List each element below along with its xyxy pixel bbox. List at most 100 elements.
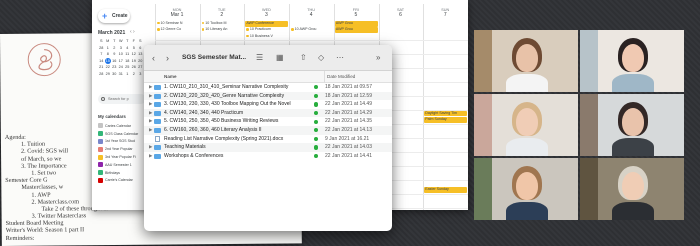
forward-icon[interactable]: › <box>166 52 169 64</box>
date-column-header[interactable]: Date Modified <box>324 71 355 83</box>
synced-check-icon <box>314 93 319 99</box>
file-name: 3. CW130, 230, 330, 430 Toolbox Mapping … <box>164 101 291 108</box>
calendar-list-item[interactable]: AAU Semester 1 <box>98 161 138 169</box>
participant-face <box>516 44 538 72</box>
synced-check-icon <box>314 136 319 142</box>
calendar-list: Caries Calendar SGS Class Calendar 1st Yea… <box>98 122 138 184</box>
calendar-event[interactable]: 10 Business V <box>245 33 289 40</box>
column-header: Name Date Modified <box>144 71 392 83</box>
day-header[interactable]: WED 3 <box>248 8 284 18</box>
checkbox-icon[interactable] <box>98 146 103 152</box>
checkbox-icon[interactable] <box>98 131 103 137</box>
day-header[interactable]: SUN 7 <box>427 8 463 18</box>
folder-row[interactable]: ▶ 1. CW110_210_310_410_Seminar Narrative … <box>144 83 392 92</box>
day-header[interactable]: TUE 2 <box>204 8 240 18</box>
participant-torso <box>506 138 548 156</box>
calendar-event[interactable]: Easter Sunday <box>424 187 467 193</box>
disclosure-arrow-icon[interactable]: ▶ <box>149 143 152 152</box>
participant-video-tile[interactable] <box>474 94 578 156</box>
calendar-event[interactable]: 10 AWP Grou <box>290 27 333 33</box>
folder-row[interactable]: ▶ Teaching Materials 22 Jan 2021 at 14.03 <box>144 143 392 152</box>
checkbox-icon[interactable] <box>98 138 103 144</box>
day-number: 4 <box>309 12 313 18</box>
checkbox-icon[interactable] <box>98 162 103 168</box>
tag-icon[interactable]: ◇ <box>318 52 324 64</box>
calendar-event[interactable]: AWP Conference <box>245 21 289 27</box>
mini-month-nav[interactable]: ‹ › <box>130 29 135 35</box>
participant-video-tile[interactable] <box>474 158 578 220</box>
folder-row[interactable]: ▶ 2. CW120_220_320_420_Genre Narrative Co… <box>144 91 392 101</box>
spiral-logo-icon <box>27 43 61 77</box>
mini-calendar: S M T W T F S 28 1 2 3 4 5 6 7 8 9 10 11 12 13 14 15 16 17 18 19 20… <box>98 38 144 77</box>
folder-row[interactable]: ▶ 6. CW160, 260, 360, 460 Literary Analys… <box>144 125 392 135</box>
participant-torso <box>612 138 654 156</box>
participant-video-tile[interactable] <box>580 158 684 220</box>
calendar-list-item[interactable]: SGS Class Calendar <box>98 130 138 138</box>
participant-video-tile[interactable] <box>580 94 684 156</box>
document-icon <box>155 135 160 143</box>
disclosure-arrow-icon[interactable]: ▶ <box>149 109 152 118</box>
disclosure-arrow-icon[interactable]: ▶ <box>149 100 152 109</box>
calendar-label: Birthdays <box>105 170 120 175</box>
plus-icon: + <box>102 11 108 21</box>
day-header[interactable]: SAT 6 <box>383 8 419 18</box>
more-options-icon[interactable]: ⋯ <box>336 52 344 64</box>
disclosure-arrow-icon[interactable]: ▶ <box>149 152 152 161</box>
calendar-event[interactable]: 10 Seminar N <box>156 21 199 27</box>
folder-icon <box>154 102 161 108</box>
calendar-event[interactable]: Daylight Saving Tim <box>424 110 467 117</box>
calendar-event[interactable]: 12 Genre Co <box>156 27 199 33</box>
finder-window: ‹ › SGS Semester Mat... ☰ ▦ ⇧ ◇ ⋯ » Name… <box>144 45 392 231</box>
calendar-list-item[interactable]: Carrie's Calendar <box>98 177 138 185</box>
my-calendars-heading: My calendars <box>98 114 126 119</box>
day-number: 2 <box>220 12 224 18</box>
name-column-header[interactable]: Name <box>164 71 177 83</box>
folder-row[interactable]: ▶ 4. CW140, 240, 340, 440 Practicum 22 Jan… <box>144 108 392 118</box>
calendar-label: SGS Class Calendar <box>105 131 139 136</box>
back-icon[interactable]: ‹ <box>152 52 155 64</box>
folder-row[interactable]: ▶ 5. CW150, 250, 350, 450 Business Writin… <box>144 117 392 126</box>
disclosure-arrow-icon[interactable]: ▶ <box>149 92 152 101</box>
checkbox-icon[interactable] <box>98 154 103 160</box>
disclosure-arrow-icon[interactable]: ▶ <box>149 126 152 135</box>
calendar-list-item[interactable]: 1st Year SGS Stud <box>98 138 138 146</box>
participant-video-tile[interactable] <box>474 30 578 92</box>
disclosure-arrow-icon[interactable]: ▶ <box>149 83 152 92</box>
file-name: 6. CW160, 260, 360, 460 Literary Analysi… <box>164 126 262 133</box>
calendar-list-item[interactable]: Birthdays <box>98 169 138 177</box>
calendar-list-item[interactable]: 2nd Year Popular <box>98 145 138 153</box>
synced-check-icon <box>314 119 319 124</box>
participant-video-tile[interactable] <box>580 30 684 92</box>
search-people-input[interactable]: Search for p <box>98 94 146 104</box>
day-header[interactable]: FRI 5 <box>338 8 374 18</box>
calendar-event[interactable]: 10 Toolbox M <box>200 21 244 27</box>
file-row[interactable]: Reading List Narrative Complexity (Sprin… <box>144 135 392 144</box>
checkbox-icon[interactable] <box>98 177 103 183</box>
participant-torso <box>612 74 654 92</box>
calendar-event[interactable]: Palm Sunday <box>424 117 467 123</box>
calendar-event[interactable]: AWP Grou <box>334 21 378 27</box>
disclosure-arrow-icon[interactable]: ▶ <box>149 117 152 126</box>
day-header[interactable]: THU 4 <box>293 8 329 18</box>
list-view-icon[interactable]: ☰ <box>256 52 263 64</box>
mini-day[interactable]: 3 <box>137 71 144 78</box>
day-header[interactable]: MON Mar 1 <box>159 8 195 18</box>
checkbox-icon[interactable] <box>98 170 103 176</box>
share-icon[interactable]: ⇧ <box>300 52 307 64</box>
calendar-label: Caries Calendar <box>105 123 131 128</box>
calendar-list-item[interactable]: 3rd Year Popular Fi <box>98 153 138 161</box>
grid-view-icon[interactable]: ▦ <box>276 52 284 64</box>
date-modified: 22 Jan 2021 at 14.03 <box>325 144 372 151</box>
calendar-event[interactable]: 10 Literary An <box>200 27 244 33</box>
calendar-list-item[interactable]: Caries Calendar <box>98 122 138 130</box>
folder-row[interactable]: ▶ Workshops & Conferences 22 Jan 2021 at 1… <box>144 152 392 161</box>
expand-icon[interactable]: » <box>376 52 380 64</box>
checkbox-icon[interactable] <box>98 123 103 129</box>
create-button[interactable]: + Create <box>98 9 130 23</box>
file-list: ▶ 1. CW110_210_310_410_Seminar Narrative … <box>144 83 392 160</box>
calendar-event[interactable]: AWP Grou <box>334 27 378 33</box>
folder-row[interactable]: ▶ 3. CW130, 230, 330, 430 Toolbox Mapping… <box>144 100 392 109</box>
date-modified: 22 Jan 2021 at 14.41 <box>325 152 372 159</box>
background-shelf <box>580 94 598 156</box>
calendar-event[interactable]: 10 Practicum <box>245 27 289 33</box>
